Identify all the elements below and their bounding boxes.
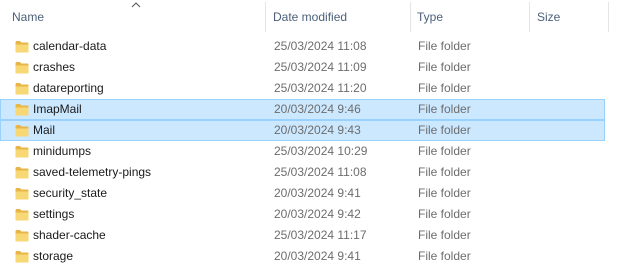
folder-icon xyxy=(15,62,29,74)
file-row[interactable]: saved-telemetry-pings 25/03/2024 11:08 Fil… xyxy=(0,162,605,183)
file-row[interactable]: calendar-data 25/03/2024 11:08 File folder xyxy=(0,36,605,57)
file-list-view: Name Date modified Type Size calendar-da… xyxy=(0,0,624,267)
file-name: minidumps xyxy=(33,144,92,158)
file-date-modified: 20/03/2024 9:41 xyxy=(274,186,361,200)
folder-icon xyxy=(15,230,29,242)
file-size xyxy=(538,142,603,161)
file-type: File folder xyxy=(418,207,471,221)
column-header-type[interactable]: Type xyxy=(417,0,527,34)
folder-icon xyxy=(15,209,29,221)
file-type: File folder xyxy=(418,102,471,116)
file-name: storage xyxy=(33,249,74,263)
file-name: Mail xyxy=(33,123,56,137)
file-row[interactable]: security_state 20/03/2024 9:41 File folder xyxy=(0,183,605,204)
file-size xyxy=(538,100,603,119)
column-divider[interactable] xyxy=(529,2,530,32)
file-rows: calendar-data 25/03/2024 11:08 File folder… xyxy=(0,36,610,267)
folder-icon xyxy=(15,188,29,200)
file-row[interactable]: storage 20/03/2024 9:41 File folder xyxy=(0,246,605,267)
file-date-modified: 25/03/2024 11:17 xyxy=(274,228,367,242)
file-size xyxy=(538,58,603,77)
file-size xyxy=(538,37,603,56)
folder-icon xyxy=(15,125,29,137)
column-header-date-modified[interactable]: Date modified xyxy=(273,0,408,34)
column-divider[interactable] xyxy=(265,2,266,32)
folder-icon xyxy=(15,146,29,158)
folder-icon xyxy=(15,41,29,53)
file-size xyxy=(538,226,603,245)
file-name: datareporting xyxy=(33,81,104,95)
file-name: settings xyxy=(33,207,75,221)
file-row[interactable]: crashes 25/03/2024 11:09 File folder xyxy=(0,57,605,78)
file-name: saved-telemetry-pings xyxy=(33,165,152,179)
file-row[interactable]: ImapMail 20/03/2024 9:46 File folder xyxy=(0,99,605,120)
file-type: File folder xyxy=(418,228,471,242)
file-type: File folder xyxy=(418,186,471,200)
file-size xyxy=(538,121,603,140)
file-name: security_state xyxy=(33,186,108,200)
file-type: File folder xyxy=(418,144,471,158)
file-date-modified: 25/03/2024 11:20 xyxy=(274,81,367,95)
file-type: File folder xyxy=(418,60,471,74)
file-date-modified: 20/03/2024 9:43 xyxy=(274,123,361,137)
file-size xyxy=(538,205,603,224)
file-date-modified: 25/03/2024 11:09 xyxy=(274,60,367,74)
file-size xyxy=(538,79,603,98)
column-divider[interactable] xyxy=(608,2,609,32)
file-date-modified: 25/03/2024 11:08 xyxy=(274,165,367,179)
file-date-modified: 25/03/2024 10:29 xyxy=(274,144,368,158)
folder-icon xyxy=(15,83,29,95)
column-header-name[interactable]: Name xyxy=(12,0,262,34)
folder-icon xyxy=(15,251,29,263)
file-name: shader-cache xyxy=(33,228,106,242)
file-type: File folder xyxy=(418,249,471,263)
file-name: ImapMail xyxy=(33,102,82,116)
file-date-modified: 20/03/2024 9:41 xyxy=(274,249,361,263)
column-header-bar: Name Date modified Type Size xyxy=(0,0,610,34)
folder-icon xyxy=(15,104,29,116)
file-row[interactable]: shader-cache 25/03/2024 11:17 File folder xyxy=(0,225,605,246)
folder-icon xyxy=(15,167,29,179)
file-size xyxy=(538,184,603,203)
file-type: File folder xyxy=(418,165,471,179)
file-row[interactable]: settings 20/03/2024 9:42 File folder xyxy=(0,204,605,225)
file-size xyxy=(538,163,603,182)
file-size xyxy=(538,247,603,266)
file-type: File folder xyxy=(418,81,471,95)
file-name: crashes xyxy=(33,60,76,74)
file-date-modified: 20/03/2024 9:42 xyxy=(274,207,361,221)
file-date-modified: 25/03/2024 11:08 xyxy=(274,39,367,53)
column-divider[interactable] xyxy=(410,2,411,32)
file-row[interactable]: datareporting 25/03/2024 11:20 File folder xyxy=(0,78,605,99)
file-type: File folder xyxy=(418,123,471,137)
file-row[interactable]: minidumps 25/03/2024 10:29 File folder xyxy=(0,141,605,162)
file-name: calendar-data xyxy=(33,39,107,53)
column-header-size[interactable]: Size xyxy=(537,0,607,34)
file-type: File folder xyxy=(418,39,471,53)
file-row[interactable]: Mail 20/03/2024 9:43 File folder xyxy=(0,120,605,141)
file-date-modified: 20/03/2024 9:46 xyxy=(274,102,361,116)
